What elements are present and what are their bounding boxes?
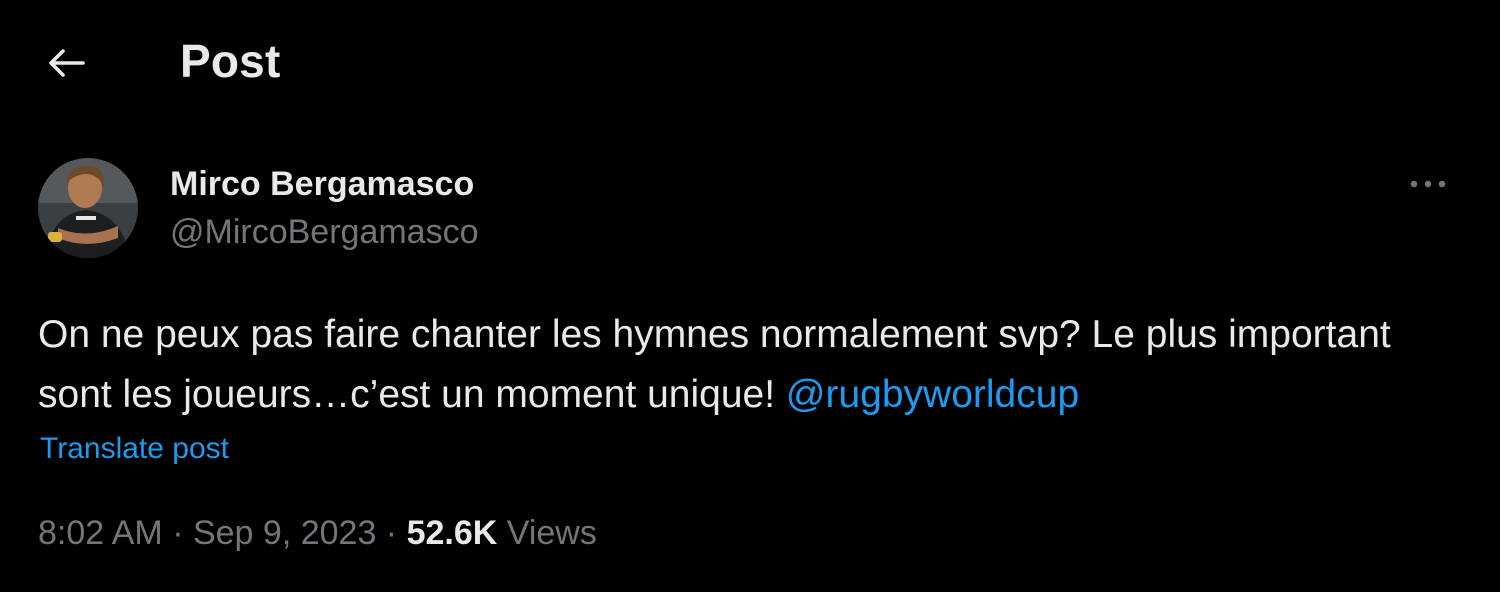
post-author: Mirco Bergamasco @MircoBergamasco	[38, 156, 479, 260]
views-label: Views	[497, 514, 597, 552]
post-meta: 8:02 AM · Sep 9, 2023 · 52.6K Views	[38, 514, 597, 553]
avatar[interactable]	[38, 158, 138, 258]
more-options-button[interactable]	[1398, 164, 1458, 204]
post-page: Post Mirco Bergamasco @MircoBergamasco O…	[0, 0, 1500, 592]
meta-separator: ·	[162, 514, 193, 552]
page-title: Post	[180, 35, 281, 87]
post-time[interactable]: 8:02 AM	[38, 514, 163, 552]
author-display-name[interactable]: Mirco Bergamasco	[170, 164, 479, 204]
post-date[interactable]: Sep 9, 2023	[193, 514, 376, 552]
arrow-left-icon	[49, 49, 85, 77]
views-count: 52.6K	[406, 514, 498, 552]
avatar-image	[38, 158, 138, 258]
mention-link[interactable]: @rugbyworldcup	[786, 373, 1079, 416]
more-horizontal-icon	[1410, 180, 1446, 188]
author-handle[interactable]: @MircoBergamasco	[170, 212, 479, 252]
meta-separator: ·	[376, 514, 407, 552]
translate-post-link[interactable]: Translate post	[40, 432, 229, 466]
author-names: Mirco Bergamasco @MircoBergamasco	[170, 164, 479, 252]
post-body-text: On ne peux pas faire chanter les hymnes …	[38, 313, 1391, 416]
post-text: On ne peux pas faire chanter les hymnes …	[38, 305, 1458, 425]
back-button[interactable]	[36, 38, 96, 88]
top-bar: Post	[0, 0, 1500, 122]
